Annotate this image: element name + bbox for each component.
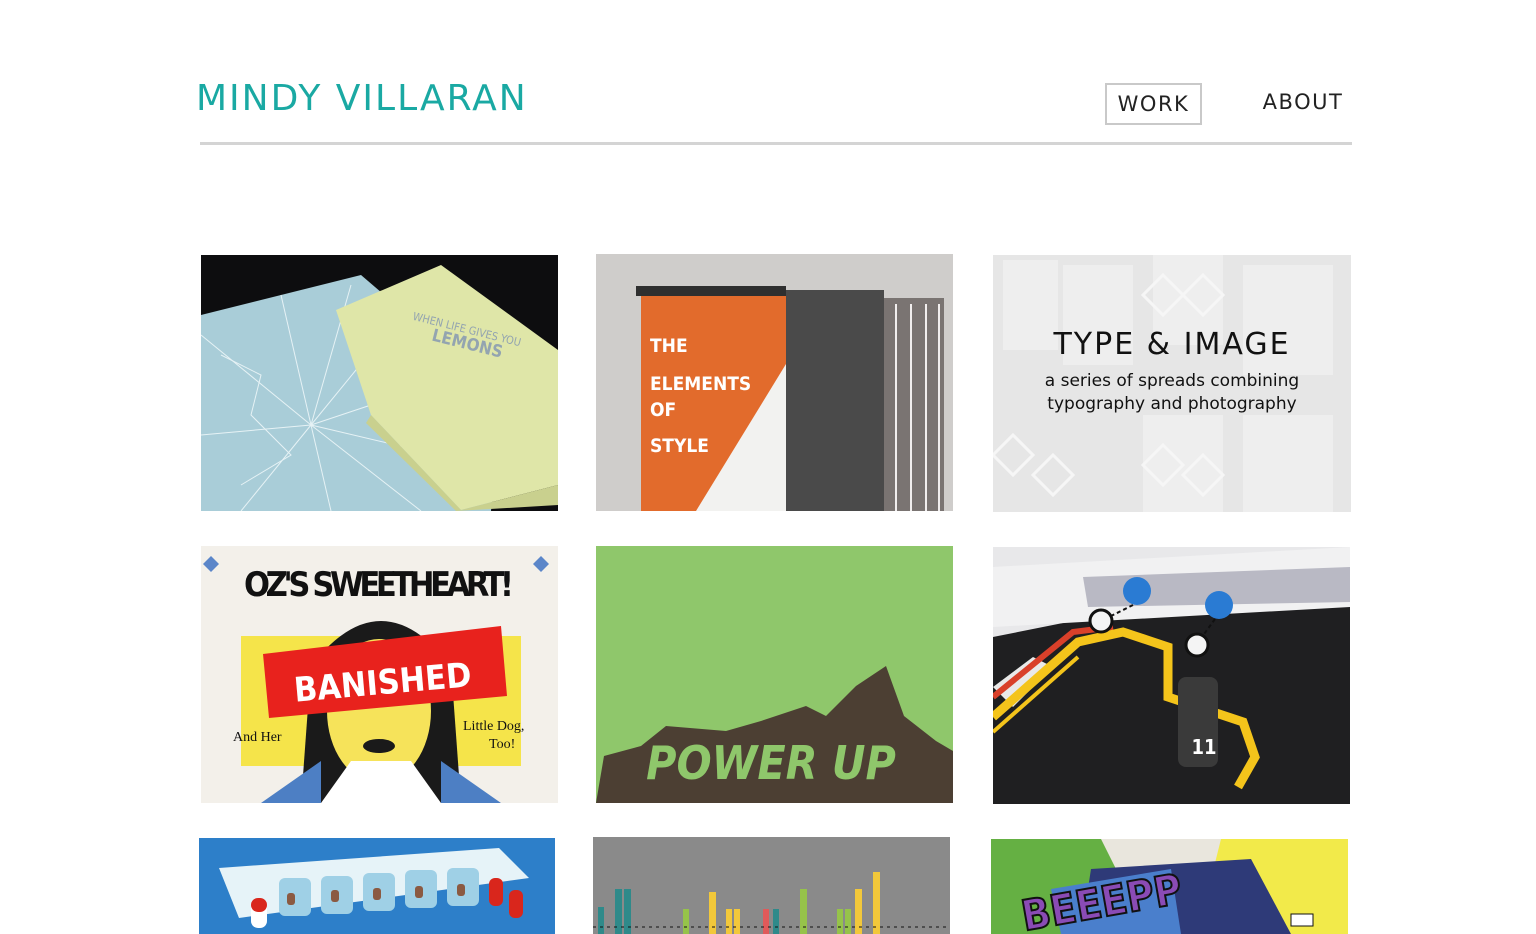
portfolio-tile-elements-of-style[interactable]: THE ELEMENTS OF STYLE	[596, 254, 953, 511]
map-floor-number: 11	[1191, 735, 1216, 759]
banished-too: Too!	[489, 737, 515, 752]
type-image-overlay: TYPE & IMAGE a series of spreads combini…	[993, 255, 1351, 512]
book-title-line-4: STYLE	[650, 435, 709, 457]
power-up-image: POWER UP	[596, 546, 953, 803]
nav-work[interactable]: WORK	[1105, 83, 1202, 125]
nav-about[interactable]: ABOUT	[1255, 83, 1351, 121]
portfolio-tile-lemons[interactable]: WHEN LIFE GIVES YOU LEMONS	[201, 255, 558, 511]
header-divider	[200, 142, 1352, 145]
banished-little-dog: Little Dog,	[463, 719, 524, 734]
banished-and-her: And Her	[233, 730, 282, 745]
book-image: THE ELEMENTS OF STYLE	[596, 254, 953, 511]
map-image: 11	[993, 547, 1350, 804]
comic-image: BEEEPP	[991, 839, 1348, 934]
book-title-line-3: OF	[650, 399, 676, 421]
banished-poster-image: OZ'S SWEETHEART! BANISHED And Her Little…	[201, 546, 558, 803]
lemons-box-image: WHEN LIFE GIVES YOU LEMONS	[201, 255, 558, 511]
book-title-line-2: ELEMENTS	[650, 373, 751, 395]
portfolio-tile-power-up[interactable]: POWER UP	[596, 546, 953, 803]
pill-organizer-image	[199, 838, 555, 934]
project-title: TYPE & IMAGE	[1053, 327, 1291, 362]
portfolio-tile-banished[interactable]: OZ'S SWEETHEART! BANISHED And Her Little…	[201, 546, 558, 803]
power-up-text: POWER UP	[646, 736, 896, 790]
site-logo[interactable]: MINDY VILLARAN	[196, 78, 528, 119]
book-title-line-1: THE	[650, 335, 688, 357]
project-description: a series of spreads combining typography…	[1044, 371, 1300, 414]
portfolio-tile-type-and-image[interactable]: TYPE & IMAGE a series of spreads combini…	[993, 255, 1351, 512]
banished-headline: OZ'S SWEETHEART!	[244, 565, 514, 605]
portfolio-tile-bar-chart-art[interactable]	[593, 837, 950, 934]
portfolio-tile-pill-organizer[interactable]	[199, 838, 555, 934]
portfolio-tile-wayfinding-map[interactable]: 11	[993, 547, 1350, 804]
bar-chart-art-image	[593, 837, 950, 934]
portfolio-tile-beeepp-comic[interactable]: BEEEPP	[991, 839, 1348, 934]
